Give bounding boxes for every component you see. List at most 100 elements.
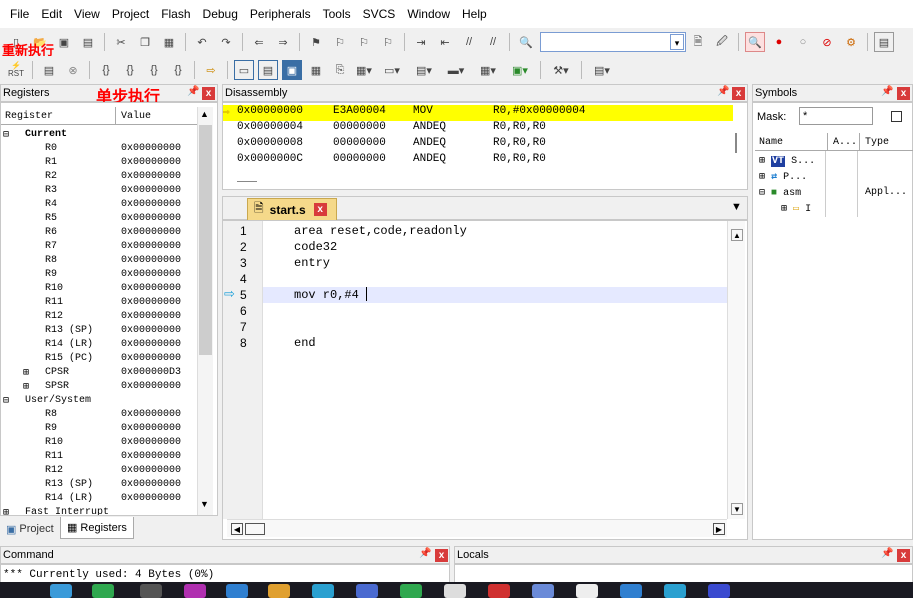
tree-toggle-icon[interactable]: ⊞ — [23, 367, 29, 379]
step-over-icon[interactable]: {} — [120, 60, 140, 80]
serial-window-icon[interactable]: ▤▾ — [410, 60, 438, 80]
code-line[interactable]: end — [294, 336, 316, 350]
incremental-find-icon[interactable]: 🖉 — [712, 32, 732, 52]
column-name[interactable]: Name — [759, 137, 783, 148]
close-icon[interactable]: x — [897, 87, 910, 100]
register-row[interactable]: R9 0x00000000 — [1, 269, 201, 283]
taskbar-app-icon[interactable] — [620, 584, 642, 598]
reset-cpu-button[interactable]: ⚡ RST — [6, 60, 26, 80]
register-row[interactable]: R2 0x00000000 — [1, 171, 201, 185]
close-icon[interactable]: x — [435, 549, 448, 562]
register-row[interactable]: R1 0x00000000 — [1, 157, 201, 171]
scrollbar-thumb[interactable] — [199, 125, 212, 355]
register-row[interactable]: R10 0x00000000 — [1, 437, 201, 451]
taskbar-app-icon[interactable] — [184, 584, 206, 598]
symbols-window-icon[interactable]: ▣ — [282, 60, 302, 80]
tree-toggle-icon[interactable]: ⊟ — [3, 129, 9, 141]
taskbar-app-icon[interactable] — [488, 584, 510, 598]
register-value[interactable]: 0x00000000 — [121, 157, 181, 168]
window-config-icon[interactable]: ▤ — [874, 32, 894, 52]
bookmark-next-icon[interactable]: ⚐ — [354, 32, 374, 52]
register-value[interactable]: 0x00000000 — [121, 437, 181, 448]
breakpoint-disable-icon[interactable]: ○ — [793, 32, 813, 52]
paste-icon[interactable]: ▦ — [159, 32, 179, 52]
editor-tab-start-s[interactable]: 🗎 start.s x — [247, 198, 337, 220]
register-value[interactable]: 0x00000000 — [121, 353, 181, 364]
register-value[interactable]: 0x00000000 — [121, 339, 181, 350]
registers-window-icon[interactable]: ▦ — [306, 60, 326, 80]
register-value[interactable]: 0x00000000 — [121, 241, 181, 252]
taskbar-app-icon[interactable] — [400, 584, 422, 598]
register-row[interactable]: R13 (SP) 0x00000000 — [1, 479, 201, 493]
register-value[interactable]: 0x00000000 — [121, 493, 181, 504]
pin-icon[interactable]: 📌 — [881, 548, 893, 559]
register-value[interactable]: 0x00000000 — [121, 213, 181, 224]
register-row[interactable]: R4 0x00000000 — [1, 199, 201, 213]
register-value[interactable]: 0x00000000 — [121, 185, 181, 196]
bookmark-prev-icon[interactable]: ⚐ — [330, 32, 350, 52]
register-row[interactable]: R14 (LR) 0x00000000 — [1, 493, 201, 507]
register-row[interactable]: ⊞ CPSR 0x000000D3 — [1, 367, 201, 381]
register-value[interactable]: 0x00000000 — [121, 409, 181, 420]
close-icon[interactable]: x — [202, 87, 215, 100]
registers-scrollbar[interactable]: ▲ ▼ — [197, 107, 213, 515]
menu-window[interactable]: Window — [401, 7, 456, 21]
trace-window-icon[interactable]: ▦▾ — [474, 60, 502, 80]
disassembly-window-icon[interactable]: ▤ — [258, 60, 278, 80]
bookmark-clear-icon[interactable]: ⚐ — [378, 32, 398, 52]
register-row[interactable]: R0 0x00000000 — [1, 143, 201, 157]
menu-svcs[interactable]: SVCS — [357, 7, 402, 21]
code-line[interactable]: entry — [294, 256, 330, 270]
register-row[interactable]: R12 0x00000000 — [1, 311, 201, 325]
column-a[interactable]: A... — [833, 137, 857, 148]
register-value[interactable]: 0x00000000 — [121, 325, 181, 336]
pin-icon[interactable]: 📌 — [717, 86, 729, 97]
tree-toggle-icon[interactable]: ⊞ — [3, 507, 9, 515]
symbol-tree-row[interactable]: ⊞ ▭ I — [781, 203, 811, 215]
register-group[interactable]: ⊞ Fast Interrupt — [1, 507, 201, 515]
register-row[interactable]: R6 0x00000000 — [1, 227, 201, 241]
register-value[interactable]: 0x00000000 — [121, 227, 181, 238]
unindent-icon[interactable]: ⇤ — [435, 32, 455, 52]
cut-icon[interactable]: ✂ — [111, 32, 131, 52]
taskbar-app-icon[interactable] — [92, 584, 114, 598]
register-row[interactable]: R12 0x00000000 — [1, 465, 201, 479]
pin-icon[interactable]: 📌 — [881, 86, 893, 97]
register-row[interactable]: R7 0x00000000 — [1, 241, 201, 255]
editor-hscrollbar[interactable]: ◀ ▶ — [227, 519, 727, 537]
register-value[interactable]: 0x00000000 — [121, 283, 181, 294]
code-line[interactable]: code32 — [294, 240, 337, 254]
menu-view[interactable]: View — [68, 7, 106, 21]
register-value[interactable]: 0x00000000 — [121, 465, 181, 476]
system-viewer-icon[interactable]: ▣▾ — [506, 60, 534, 80]
breakpoint-disable-all-icon[interactable]: ⊘ — [817, 32, 837, 52]
debug-session-icon[interactable]: 🔍 — [745, 32, 765, 52]
register-row[interactable]: R8 0x00000000 — [1, 409, 201, 423]
indent-icon[interactable]: ⇥ — [411, 32, 431, 52]
chevron-down-icon[interactable]: ▾ — [670, 34, 684, 50]
register-group[interactable]: ⊟ User/System — [1, 395, 201, 409]
symbol-tree-row[interactable]: ⊞ ⇄ P... — [759, 171, 807, 183]
register-row[interactable]: R15 (PC) 0x00000000 — [1, 353, 201, 367]
register-value[interactable]: 0x00000000 — [121, 297, 181, 308]
taskbar-app-icon[interactable] — [576, 584, 598, 598]
register-value[interactable]: 0x00000000 — [121, 381, 181, 392]
find-in-files-icon[interactable]: 🔍 — [516, 32, 536, 52]
run-to-cursor-icon[interactable]: {} — [168, 60, 188, 80]
tab-project[interactable]: ▣ Project — [2, 520, 58, 538]
find-icon[interactable]: 🗎 — [688, 32, 708, 52]
taskbar-app-icon[interactable] — [312, 584, 334, 598]
close-icon[interactable]: x — [897, 549, 910, 562]
nav-back-icon[interactable]: ⇐ — [249, 32, 269, 52]
chevron-down-icon[interactable]: ▼ — [731, 201, 742, 213]
disassembly-row[interactable]: ⇨ 0x00000000 E3A00004 MOV R0,#0x00000004 — [223, 105, 733, 121]
register-row[interactable]: ⊞ SPSR 0x00000000 — [1, 381, 201, 395]
menu-edit[interactable]: Edit — [35, 7, 68, 21]
menu-flash[interactable]: Flash — [155, 7, 196, 21]
stop-icon[interactable]: ⊗ — [63, 60, 83, 80]
show-next-statement-icon[interactable]: ⇨ — [201, 60, 221, 80]
taskbar-app-icon[interactable] — [444, 584, 466, 598]
save-all-icon[interactable]: ▤ — [78, 32, 98, 52]
taskbar-app-icon[interactable] — [356, 584, 378, 598]
editor-vscrollbar[interactable]: ▲ ▼ — [727, 221, 745, 519]
